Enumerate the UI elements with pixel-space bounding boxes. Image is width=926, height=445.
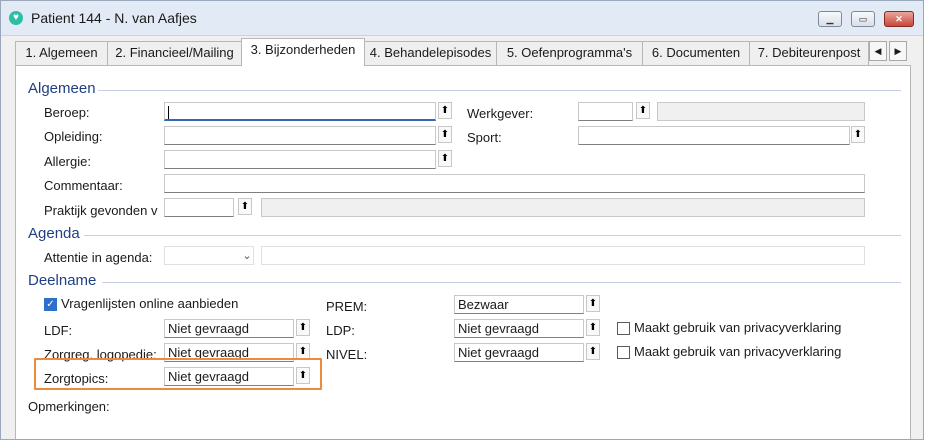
tab-debiteurenpost[interactable]: 7. Debiteurenpost: [749, 41, 869, 65]
vragenlijsten-checkbox[interactable]: ✓: [44, 298, 57, 311]
sport-lookup-icon[interactable]: ⬆: [851, 126, 865, 143]
ldf-label: LDF:: [44, 323, 73, 338]
prem-lookup-icon[interactable]: ⬆: [586, 295, 600, 312]
allergie-input[interactable]: [164, 150, 436, 169]
attentie-text-input[interactable]: [261, 246, 865, 265]
section-divider: [98, 90, 901, 91]
window-title: Patient 144 - N. van Aafjes: [31, 10, 197, 26]
commentaar-input[interactable]: [164, 174, 865, 193]
tab-scroll-right-icon[interactable]: ▶: [889, 41, 907, 61]
opleiding-label: Opleiding:: [44, 129, 103, 144]
section-divider: [84, 235, 901, 236]
prem-label: PREM:: [326, 299, 368, 314]
tab-oefenprogrammas[interactable]: 5. Oefenprogramma's: [496, 41, 643, 65]
ldp-select[interactable]: Niet gevraagd: [454, 319, 584, 338]
praktijk-gevonden-input[interactable]: [164, 198, 234, 217]
tab-bijzonderheden[interactable]: 3. Bijzonderheden: [241, 38, 365, 66]
opleiding-input[interactable]: [164, 126, 436, 145]
nivel-select[interactable]: Niet gevraagd: [454, 343, 584, 362]
tab-content-bijzonderheden: Algemeen Beroep: ⬆ Werkgever: ⬆ Opleidin…: [15, 65, 911, 439]
minimize-button[interactable]: ▁: [818, 11, 842, 27]
text-caret: [168, 106, 169, 119]
maximize-icon: ▭: [858, 14, 868, 24]
section-title-agenda: Agenda: [28, 225, 80, 242]
nivel-lookup-icon[interactable]: ⬆: [586, 343, 600, 360]
attentie-label: Attentie in agenda:: [44, 250, 153, 265]
section-title-deelname: Deelname: [28, 272, 97, 289]
heart-icon: ♥: [9, 11, 23, 25]
privacy-checkbox-ldp[interactable]: [617, 322, 630, 335]
prem-select[interactable]: Bezwaar: [454, 295, 584, 314]
close-button[interactable]: ✕: [884, 11, 914, 27]
werkgever-code-input[interactable]: [578, 102, 633, 121]
ldp-lookup-icon[interactable]: ⬆: [586, 319, 600, 336]
tab-bar: 1. Algemeen 2. Financieel/Mailing 3. Bij…: [15, 38, 909, 66]
close-icon: ✕: [895, 14, 903, 24]
chevron-down-icon[interactable]: ⌄: [241, 249, 253, 263]
sport-label: Sport:: [467, 130, 502, 145]
ldf-lookup-icon[interactable]: ⬆: [296, 319, 310, 336]
patient-window: ♥ Patient 144 - N. van Aafjes ▁ ▭ ✕ 1. A…: [0, 0, 924, 440]
vragenlijsten-label: Vragenlijsten online aanbieden: [61, 296, 239, 311]
title-bar[interactable]: ♥ Patient 144 - N. van Aafjes ▁ ▭ ✕: [1, 1, 923, 36]
praktijk-gevonden-lookup-icon[interactable]: ⬆: [238, 198, 252, 215]
werkgever-lookup-icon[interactable]: ⬆: [636, 102, 650, 119]
section-divider: [102, 282, 901, 283]
beroep-input[interactable]: [164, 102, 436, 121]
praktijk-gevonden-description: [261, 198, 865, 217]
sport-input[interactable]: [578, 126, 850, 145]
allergie-lookup-icon[interactable]: ⬆: [438, 150, 452, 167]
allergie-label: Allergie:: [44, 154, 91, 169]
tab-algemeen[interactable]: 1. Algemeen: [15, 41, 108, 65]
tab-behandelepisodes[interactable]: 4. Behandelepisodes: [364, 41, 497, 65]
werkgever-name-field: [657, 102, 865, 121]
tab-documenten[interactable]: 6. Documenten: [642, 41, 750, 65]
ldp-label: LDP:: [326, 323, 355, 338]
zorgtopics-highlight-box: [34, 358, 322, 390]
werkgever-label: Werkgever:: [467, 106, 534, 121]
beroep-lookup-icon[interactable]: ⬆: [438, 102, 452, 119]
minimize-icon: ▁: [826, 14, 834, 24]
beroep-label: Beroep:: [44, 105, 90, 120]
maximize-button[interactable]: ▭: [851, 11, 875, 27]
opleiding-lookup-icon[interactable]: ⬆: [438, 126, 452, 143]
opmerkingen-label: Opmerkingen:: [28, 399, 110, 414]
praktijk-gevonden-label: Praktijk gevonden v: [44, 203, 158, 218]
ldf-select[interactable]: Niet gevraagd: [164, 319, 294, 338]
privacy-checkbox-nivel[interactable]: [617, 346, 630, 359]
commentaar-label: Commentaar:: [44, 178, 123, 193]
nivel-label: NIVEL:: [326, 347, 368, 362]
tab-scroll-left-icon[interactable]: ◀: [869, 41, 887, 61]
tab-financieel-mailing[interactable]: 2. Financieel/Mailing: [107, 41, 242, 65]
section-title-algemeen: Algemeen: [28, 80, 96, 97]
privacy-label-ldp: Maakt gebruik van privacyverklaring: [634, 320, 842, 335]
privacy-label-nivel: Maakt gebruik van privacyverklaring: [634, 344, 842, 359]
